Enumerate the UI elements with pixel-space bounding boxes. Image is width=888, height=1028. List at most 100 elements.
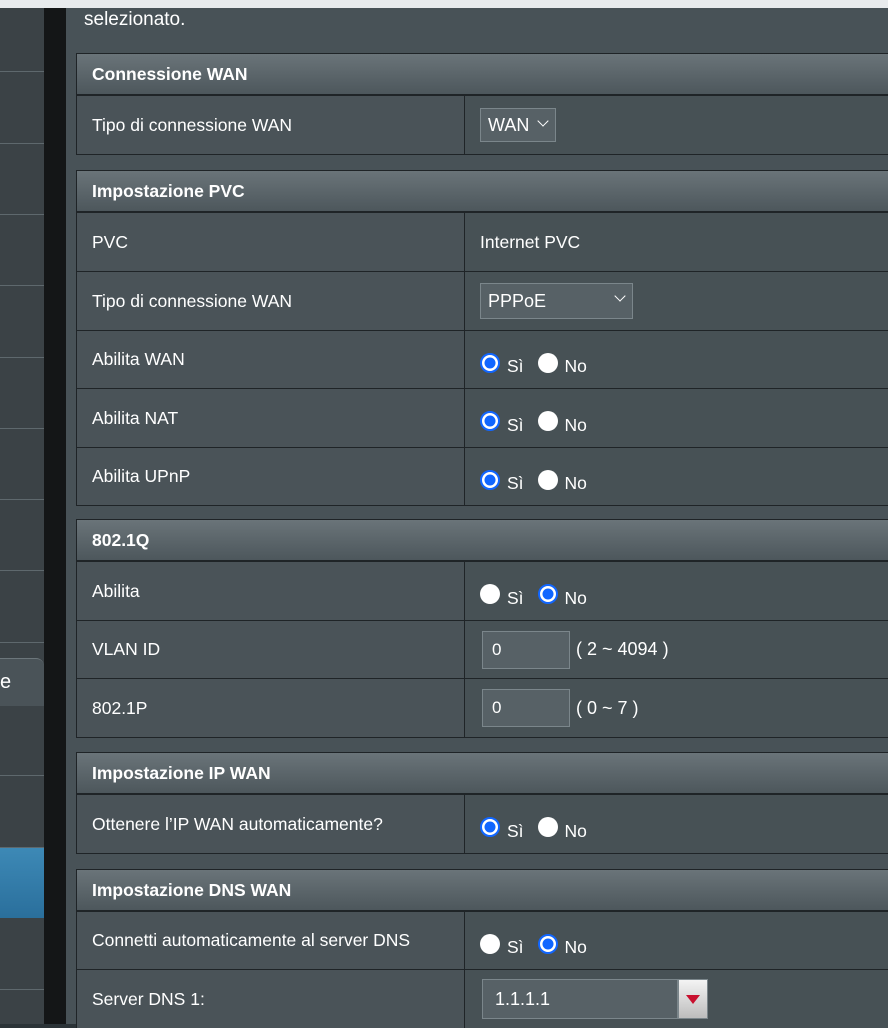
- intro-text: selezionato.: [84, 9, 186, 30]
- enable-wan-no-radio[interactable]: [537, 352, 558, 373]
- radio-label-no: No: [564, 414, 587, 435]
- auto-ip-yes-radio[interactable]: [480, 817, 500, 837]
- enable-upnp-yes-radio[interactable]: [480, 469, 500, 490]
- row-value: Sì No: [465, 562, 888, 620]
- radio-label-no: No: [564, 356, 587, 376]
- row-label: Server DNS 1:: [77, 970, 465, 1028]
- section-header: Connessione WAN: [77, 54, 888, 95]
- enable-wan-yes-radio[interactable]: [480, 352, 500, 373]
- auto-dns-yes-radio[interactable]: [480, 933, 500, 954]
- row-value: Sì No: [465, 389, 888, 447]
- dot1q-enable-no-radio[interactable]: [537, 584, 558, 604]
- radio-label-yes: Sì: [507, 356, 524, 376]
- row-value: 1.1.1.1: [465, 970, 888, 1028]
- top-border: [0, 0, 888, 8]
- dns1-input[interactable]: 1.1.1.1: [482, 979, 678, 1019]
- radio-label-no: No: [564, 820, 587, 841]
- table-row: Ottenere l’IP WAN automaticamente? Sì No: [77, 794, 888, 853]
- pvc-section: Impostazione PVC PVC Internet PVC Tipo d…: [76, 170, 888, 506]
- auto-dns-no-radio[interactable]: [537, 933, 558, 954]
- radio-label-yes: Sì: [507, 473, 524, 493]
- table-row: Tipo di connessione WAN PPPoE: [77, 271, 888, 330]
- row-label: PVC: [77, 213, 465, 271]
- sidebar-item[interactable]: [0, 286, 44, 358]
- table-row: 802.1P 0 ( 0 ~ 7 ): [77, 678, 888, 737]
- sidebar-item[interactable]: [0, 918, 44, 990]
- wan-dns-section: Impostazione DNS WAN Connetti automatica…: [76, 869, 888, 1028]
- sidebar-item[interactable]: [0, 215, 44, 286]
- sidebar-item-active[interactable]: [0, 848, 44, 918]
- row-value: Sì No: [465, 448, 888, 505]
- sidebar-tab-label: e: [0, 671, 12, 693]
- sidebar-tab[interactable]: e: [0, 658, 44, 706]
- sidebar-item[interactable]: [0, 706, 44, 776]
- enable-upnp-no-radio[interactable]: [537, 469, 558, 490]
- radio-label-yes: Sì: [507, 820, 524, 841]
- dns1-dropdown-button[interactable]: [678, 979, 708, 1019]
- row-value: Sì No: [465, 912, 888, 969]
- table-row: VLAN ID 0 ( 2 ~ 4094 ): [77, 620, 888, 678]
- radio-label-yes: Sì: [507, 414, 524, 435]
- table-row: Tipo di connessione WAN WAN: [77, 95, 888, 154]
- row-label: Connetti automaticamente al server DNS: [77, 912, 465, 969]
- row-value: Sì No: [465, 795, 888, 853]
- section-header: 802.1Q: [77, 520, 888, 561]
- enable-nat-no-radio[interactable]: [537, 411, 558, 431]
- dot1q-enable-yes-radio[interactable]: [480, 584, 500, 604]
- row-label: Abilita NAT: [77, 389, 465, 447]
- row-label: Tipo di connessione WAN: [77, 96, 465, 154]
- row-value: PPPoE: [465, 272, 888, 330]
- table-row: Connetti automaticamente al server DNS S…: [77, 911, 888, 969]
- vlan-id-range-hint: ( 2 ~ 4094 ): [576, 639, 669, 659]
- sidebar-item[interactable]: [0, 500, 44, 571]
- radio-label-no: No: [564, 587, 587, 608]
- wan-type-select[interactable]: WAN: [480, 108, 556, 142]
- sidebar-item[interactable]: [0, 571, 44, 643]
- table-row: Abilita WAN Sì No: [77, 330, 888, 388]
- radio-label-yes: Sì: [507, 937, 524, 957]
- row-value: Sì No: [465, 331, 888, 388]
- row-label: VLAN ID: [77, 621, 465, 678]
- sidebar-item[interactable]: [0, 144, 44, 215]
- table-row: Abilita NAT Sì No: [77, 388, 888, 447]
- row-value: WAN: [465, 96, 888, 154]
- sidebar-item[interactable]: [0, 72, 44, 144]
- auto-ip-no-radio[interactable]: [537, 817, 558, 837]
- row-label: Ottenere l’IP WAN automaticamente?: [77, 795, 465, 853]
- chevron-down-icon: [537, 115, 549, 127]
- table-row: Server DNS 1: 1.1.1.1: [77, 969, 888, 1028]
- row-label: Tipo di connessione WAN: [77, 272, 465, 330]
- select-value: WAN: [488, 114, 530, 135]
- chevron-down-icon: [614, 290, 626, 302]
- table-row: PVC Internet PVC: [77, 212, 888, 271]
- wan-connection-section: Connessione WAN Tipo di connessione WAN …: [76, 53, 888, 155]
- row-label: Abilita WAN: [77, 331, 465, 388]
- dot1p-input[interactable]: 0: [482, 689, 570, 727]
- sidebar-gutter: [44, 8, 66, 1024]
- radio-label-no: No: [564, 473, 587, 493]
- radio-label-yes: Sì: [507, 587, 524, 608]
- dot1p-range-hint: ( 0 ~ 7 ): [576, 697, 639, 718]
- vlan-id-input[interactable]: 0: [482, 630, 570, 669]
- select-value: PPPoE: [488, 290, 547, 311]
- section-header: Impostazione IP WAN: [77, 753, 888, 794]
- row-label: 802.1P: [77, 679, 465, 737]
- row-label: Abilita UPnP: [77, 448, 465, 505]
- pvc-connection-type-select[interactable]: PPPoE: [480, 283, 633, 319]
- sidebar-item[interactable]: [0, 776, 44, 848]
- pvc-value: Internet PVC: [465, 213, 888, 271]
- section-header: Impostazione DNS WAN: [77, 870, 888, 911]
- section-header: Impostazione PVC: [77, 171, 888, 212]
- table-row: Abilita UPnP Sì No: [77, 447, 888, 505]
- row-value: 0 ( 2 ~ 4094 ): [465, 621, 888, 678]
- row-value: 0 ( 0 ~ 7 ): [465, 679, 888, 737]
- wan-ip-section: Impostazione IP WAN Ottenere l’IP WAN au…: [76, 752, 888, 854]
- sidebar-item[interactable]: [0, 358, 44, 429]
- radio-label-no: No: [564, 937, 587, 957]
- sidebar-item[interactable]: [0, 429, 44, 500]
- caret-down-icon: [686, 994, 700, 1004]
- row-label: Abilita: [77, 562, 465, 620]
- sidebar-item[interactable]: [0, 8, 44, 72]
- dot1q-section: 802.1Q Abilita Sì No VLAN ID 0 ( 2 ~ 409…: [76, 519, 888, 738]
- enable-nat-yes-radio[interactable]: [480, 411, 500, 431]
